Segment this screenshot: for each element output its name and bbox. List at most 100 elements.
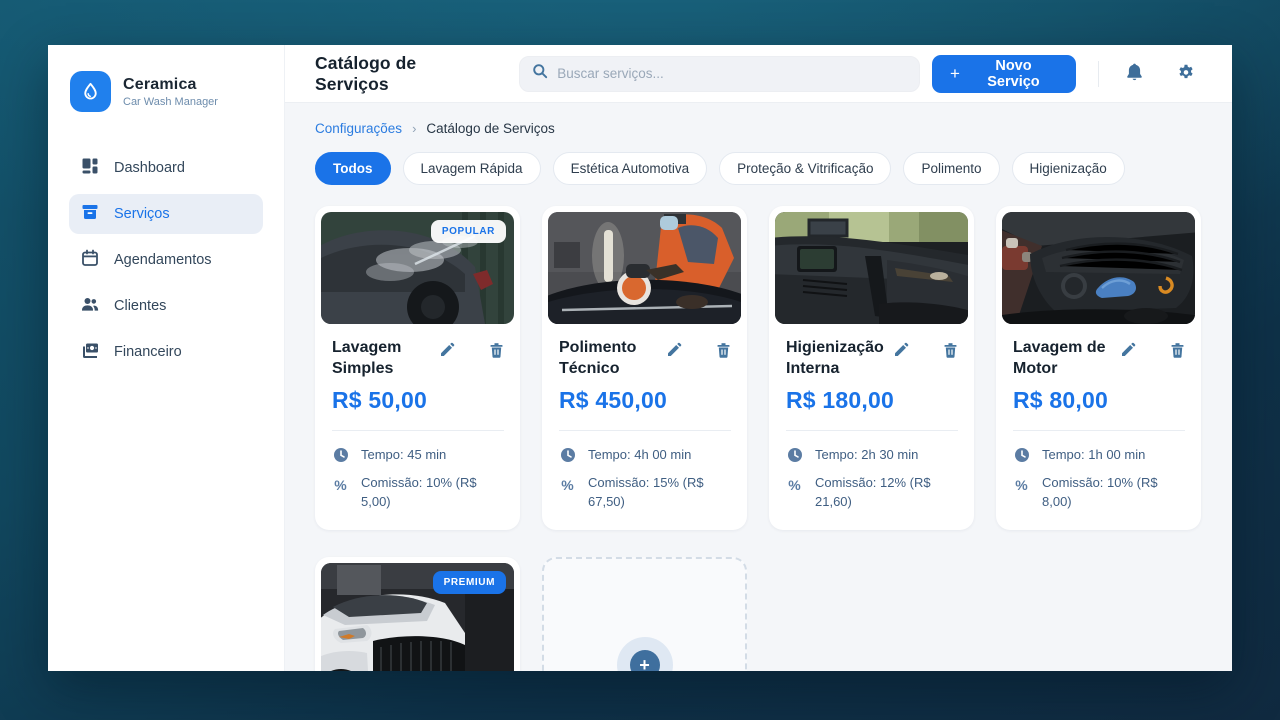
service-commission: % Comissão: 15% (R$ 67,50) [559, 474, 731, 512]
money-icon [81, 341, 99, 363]
users-icon [81, 295, 99, 317]
search-box[interactable] [519, 56, 920, 92]
service-price: R$ 180,00 [786, 387, 958, 414]
chip-protecao-vitrificacao[interactable]: Proteção & Vitrificação [719, 152, 891, 185]
service-commission-label: Comissão: 12% (R$ 21,60) [815, 474, 958, 512]
service-image-wrap: POPULAR [315, 206, 520, 330]
service-image-wrap [996, 206, 1201, 330]
bell-icon [1125, 62, 1144, 85]
main-area: Catálogo de Serviços + Novo Serviço Conf… [285, 45, 1232, 671]
chip-estetica-automotiva[interactable]: Estética Automotiva [553, 152, 708, 185]
content: Configurações › Catálogo de Serviços Tod… [285, 103, 1232, 671]
clock-icon [559, 446, 576, 463]
sidebar-item-label: Clientes [114, 298, 166, 314]
service-name: Lavagem Simples [332, 338, 439, 380]
clock-icon [1013, 446, 1030, 463]
service-card-body: Lavagem de Motor R$ 80,00 Tempo: 1h 00 m… [996, 330, 1201, 530]
engine-bay-image [1002, 212, 1195, 324]
plus-icon: + [950, 65, 960, 82]
service-commission-label: Comissão: 10% (R$ 8,00) [1042, 474, 1185, 512]
gear-icon [1176, 62, 1196, 85]
service-price: R$ 450,00 [559, 387, 731, 414]
chip-todos[interactable]: Todos [315, 152, 391, 185]
service-image-wrap: PREMIUM [315, 557, 520, 671]
plus-icon: + [630, 650, 660, 671]
app-name: Ceramica [123, 76, 218, 94]
delete-service-button[interactable] [489, 342, 504, 380]
car-interior-image [775, 212, 968, 324]
percent-icon: % [786, 474, 803, 495]
sidebar-nav: Dashboard Serviços Agendamentos Clientes… [48, 142, 284, 378]
sidebar-item-servicos[interactable]: Serviços [69, 194, 263, 234]
divider [786, 430, 958, 431]
notifications-button[interactable] [1119, 56, 1150, 91]
service-card-lavagem-simples[interactable]: POPULAR Lavagem Simples R$ 50,00 [315, 206, 520, 530]
trash-icon [716, 342, 731, 380]
breadcrumb-configuracoes[interactable]: Configurações [315, 121, 402, 136]
divider [1013, 430, 1185, 431]
sidebar-item-label: Dashboard [114, 160, 185, 176]
percent-icon: % [332, 474, 349, 495]
search-input[interactable] [557, 66, 907, 81]
clock-icon [786, 446, 803, 463]
new-service-button[interactable]: + Novo Serviço [932, 55, 1076, 93]
chevron-right-icon: › [412, 121, 416, 136]
settings-button[interactable] [1170, 56, 1202, 91]
pencil-icon [666, 342, 682, 380]
chip-higienizacao[interactable]: Higienização [1012, 152, 1125, 185]
topbar-divider [1098, 61, 1099, 87]
divider [332, 430, 504, 431]
edit-service-button[interactable] [1120, 342, 1136, 380]
service-time-label: Tempo: 4h 00 min [588, 446, 691, 465]
add-circle: + [617, 637, 673, 671]
premium-badge: PREMIUM [433, 571, 506, 594]
chip-lavagem-rapida[interactable]: Lavagem Rápida [403, 152, 541, 185]
service-time-label: Tempo: 2h 30 min [815, 446, 918, 465]
services-grid: POPULAR Lavagem Simples R$ 50,00 [315, 206, 1202, 671]
machine-polishing-image [548, 212, 741, 324]
service-time: Tempo: 2h 30 min [786, 446, 958, 465]
page-title: Catálogo de Serviços [315, 53, 489, 95]
delete-service-button[interactable] [1170, 342, 1185, 380]
clock-icon [332, 446, 349, 463]
calendar-icon [81, 249, 99, 271]
service-commission: % Comissão: 12% (R$ 21,60) [786, 474, 958, 512]
edit-service-button[interactable] [439, 342, 455, 380]
service-card-body: Lavagem Simples R$ 50,00 Tempo: 45 min [315, 330, 520, 530]
edit-service-button[interactable] [666, 342, 682, 380]
service-card-body: Polimento Técnico R$ 450,00 Tempo: 4h 00… [542, 330, 747, 530]
service-card-body: Higienização Interna R$ 180,00 Tempo: 2h… [769, 330, 974, 530]
service-image-wrap [769, 206, 974, 330]
add-service-card[interactable]: + [542, 557, 747, 671]
service-card-higienizacao-interna[interactable]: Higienização Interna R$ 180,00 Tempo: 2h… [769, 206, 974, 530]
trash-icon [943, 342, 958, 380]
sidebar-item-financeiro[interactable]: Financeiro [69, 332, 263, 372]
service-time: Tempo: 4h 00 min [559, 446, 731, 465]
delete-service-button[interactable] [716, 342, 731, 380]
service-commission: % Comissão: 10% (R$ 8,00) [1013, 474, 1185, 512]
sidebar: Ceramica Car Wash Manager Dashboard Serv… [48, 45, 285, 671]
chip-polimento[interactable]: Polimento [903, 152, 999, 185]
search-icon [532, 63, 548, 84]
percent-icon: % [1013, 474, 1030, 495]
service-card-polimento-tecnico[interactable]: Polimento Técnico R$ 450,00 Tempo: 4h 00… [542, 206, 747, 530]
delete-service-button[interactable] [943, 342, 958, 380]
edit-service-button[interactable] [893, 342, 909, 380]
sidebar-item-dashboard[interactable]: Dashboard [69, 148, 263, 188]
service-card-premium[interactable]: PREMIUM [315, 557, 520, 671]
service-price: R$ 50,00 [332, 387, 504, 414]
service-commission-label: Comissão: 15% (R$ 67,50) [588, 474, 731, 512]
sidebar-item-label: Serviços [114, 206, 170, 222]
sidebar-item-label: Financeiro [114, 344, 182, 360]
brand: Ceramica Car Wash Manager [48, 45, 284, 142]
brand-text: Ceramica Car Wash Manager [123, 76, 218, 108]
service-price: R$ 80,00 [1013, 387, 1185, 414]
topbar: Catálogo de Serviços + Novo Serviço [285, 45, 1232, 103]
breadcrumb: Configurações › Catálogo de Serviços [315, 121, 1202, 136]
service-card-lavagem-de-motor[interactable]: Lavagem de Motor R$ 80,00 Tempo: 1h 00 m… [996, 206, 1201, 530]
trash-icon [1170, 342, 1185, 380]
percent-icon: % [559, 474, 576, 495]
dashboard-icon [81, 157, 99, 179]
sidebar-item-agendamentos[interactable]: Agendamentos [69, 240, 263, 280]
sidebar-item-clientes[interactable]: Clientes [69, 286, 263, 326]
